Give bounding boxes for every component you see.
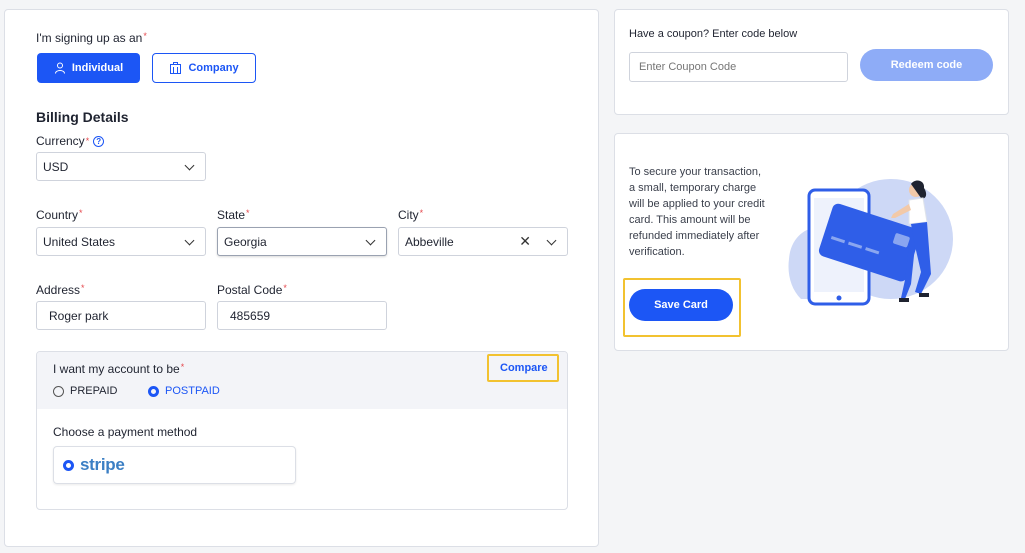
prepaid-radio[interactable] [53, 385, 64, 397]
city-value: Abbeville [405, 234, 454, 249]
chevron-down-icon [184, 235, 195, 246]
company-button[interactable]: Company [152, 53, 256, 83]
postpaid-label: POSTPAID [165, 385, 220, 397]
state-select[interactable]: Georgia [217, 227, 387, 256]
address-label: Address* [36, 283, 85, 297]
state-label: State* [217, 208, 250, 222]
card-info-text: To secure your transaction, a small, tem… [629, 166, 765, 258]
address-value: Roger park [49, 308, 109, 323]
save-card-highlight [623, 278, 741, 337]
postpaid-radio[interactable] [148, 385, 159, 397]
city-label: City* [398, 208, 424, 222]
billing-panel: I'm signing up as an* Individual Company… [4, 9, 599, 547]
payment-method-label: Choose a payment method [53, 425, 198, 439]
coupon-panel: Have a coupon? Enter code below Redeem c… [614, 9, 1009, 115]
chevron-down-icon [546, 235, 557, 246]
individual-label: Individual [71, 62, 124, 74]
currency-label: Currency * ? [36, 134, 105, 148]
chevron-down-icon [184, 160, 195, 171]
postal-code-value: 485659 [230, 308, 271, 323]
coupon-input[interactable] [629, 52, 848, 82]
postpaid-option[interactable]: POSTPAID [148, 385, 220, 397]
postal-code-label: Postal Code* [217, 283, 287, 297]
stripe-option[interactable]: stripe [53, 446, 296, 484]
chevron-down-icon [365, 235, 376, 246]
postal-code-input[interactable]: 485659 [217, 301, 387, 330]
country-select[interactable]: United States [36, 227, 206, 256]
coupon-label: Have a coupon? Enter code below [629, 28, 798, 40]
compare-highlight [487, 354, 559, 382]
stripe-radio[interactable] [63, 459, 74, 471]
currency-select[interactable]: USD [36, 152, 206, 181]
clear-icon[interactable]: ✕ [519, 233, 531, 250]
credit-card-illustration [788, 179, 953, 306]
country-value: United States [43, 234, 116, 249]
prepaid-label: PREPAID [70, 385, 118, 397]
city-select[interactable]: Abbeville ✕ [398, 227, 568, 256]
save-card-panel: To secure your transaction, a small, tem… [614, 133, 1009, 351]
user-icon [54, 62, 65, 74]
individual-button[interactable]: Individual [37, 53, 140, 83]
company-label: Company [188, 62, 239, 74]
country-label: Country* [36, 208, 83, 222]
building-icon [170, 62, 182, 74]
address-input[interactable]: Roger park [36, 301, 206, 330]
help-icon[interactable]: ? [93, 135, 105, 147]
stripe-logo: stripe [80, 455, 125, 474]
billing-title: Billing Details [36, 109, 129, 125]
redeem-code-button[interactable]: Redeem code [860, 49, 993, 81]
state-value: Georgia [224, 234, 267, 249]
account-type-label: I want my account to be* [53, 362, 185, 376]
redeem-code-label: Redeem code [890, 59, 963, 71]
prepaid-option[interactable]: PREPAID [53, 385, 117, 397]
currency-value: USD [43, 159, 69, 174]
signup-type-label: I'm signing up as an* [36, 31, 147, 45]
